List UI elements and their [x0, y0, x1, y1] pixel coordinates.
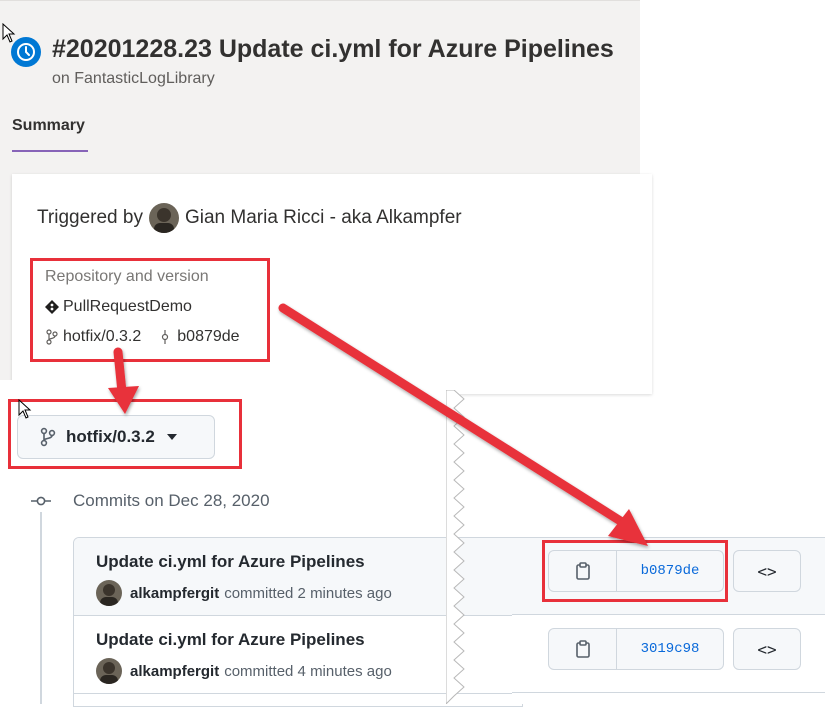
mouse-cursor-icon	[18, 399, 32, 419]
arrow-commit	[278, 303, 648, 546]
mouse-cursor-icon	[2, 23, 16, 43]
arrow-branch	[108, 347, 139, 414]
annotation-arrows	[108, 303, 648, 546]
